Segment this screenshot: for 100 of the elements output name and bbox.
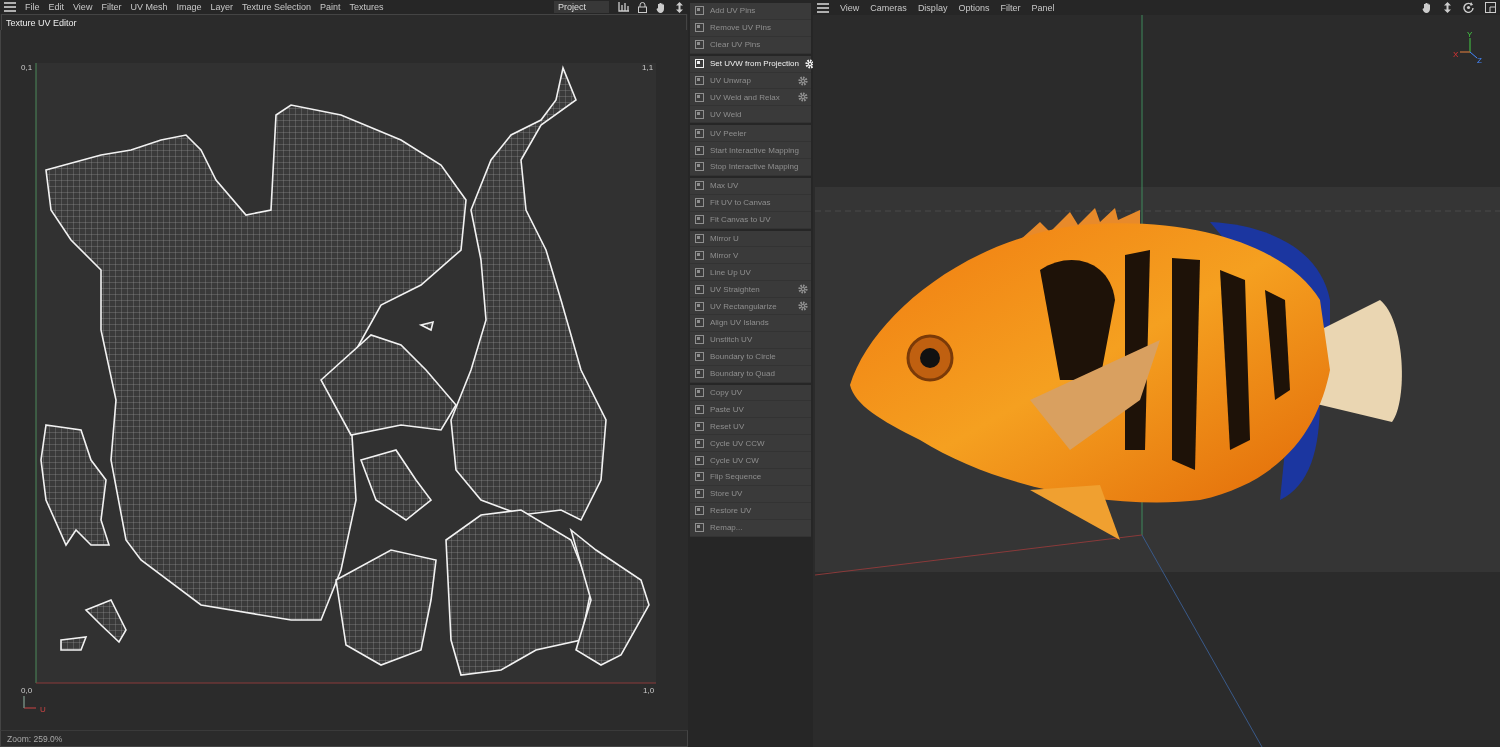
command-icon — [695, 92, 704, 102]
command-item[interactable]: Fit Canvas to UV — [690, 211, 811, 229]
command-icon — [695, 23, 704, 33]
command-icon — [695, 369, 704, 379]
menu-item[interactable]: Edit — [48, 2, 65, 12]
menu-item[interactable]: File — [25, 2, 40, 12]
command-item[interactable]: Paste UV — [690, 401, 811, 419]
command-item[interactable]: Unstitch UV — [690, 331, 811, 349]
menu-item[interactable]: View — [73, 2, 93, 12]
chart-icon[interactable] — [618, 2, 629, 12]
command-item[interactable]: Boundary to Quad — [690, 365, 811, 383]
layout-icon[interactable] — [1485, 2, 1496, 13]
menu-item[interactable]: Filter — [101, 2, 122, 12]
menu-item[interactable]: UV Mesh — [130, 2, 168, 12]
menu-item[interactable]: Textures — [349, 2, 384, 12]
menu-icon[interactable] — [817, 2, 829, 13]
command-icon — [695, 267, 704, 277]
command-icon — [695, 455, 704, 465]
command-icon — [695, 404, 704, 414]
command-item[interactable]: Clear UV Pins — [690, 36, 811, 54]
panel-title: Texture UV Editor — [6, 17, 77, 28]
command-item[interactable]: Reset UV — [690, 418, 811, 436]
command-item[interactable]: Cycle UV CCW — [690, 435, 811, 453]
uv-corner-label: 0,0 — [21, 686, 33, 695]
command-item[interactable]: Add UV Pins — [690, 3, 811, 20]
command-item[interactable]: UV Peeler — [690, 125, 811, 143]
mode-dropdown[interactable]: Project — [554, 1, 609, 13]
axis-gizmo-icon — [1459, 37, 1478, 59]
command-icon — [695, 109, 704, 119]
menu-item[interactable]: Panel — [1031, 2, 1055, 13]
lock-icon[interactable] — [638, 1, 647, 13]
command-icon — [695, 352, 704, 362]
command-icon — [695, 421, 704, 431]
command-icon — [695, 162, 704, 172]
menu-item[interactable]: Image — [176, 2, 202, 12]
menu-item[interactable]: View — [840, 2, 860, 13]
menu-item[interactable]: Cameras — [870, 2, 907, 13]
menu-item[interactable]: Paint — [320, 2, 341, 12]
command-icon — [695, 284, 704, 294]
command-item[interactable]: Remap... — [690, 519, 811, 537]
axis-label: Y — [1467, 30, 1473, 39]
command-icon — [695, 198, 704, 208]
uv-corner-label: 0,1 — [21, 63, 33, 72]
command-item[interactable]: Fit UV to Canvas — [690, 194, 811, 212]
menu-item[interactable]: Options — [958, 2, 990, 13]
rotate-icon[interactable] — [1463, 2, 1474, 13]
command-icon — [695, 215, 704, 225]
command-item[interactable]: UV Weld — [690, 106, 811, 124]
command-icon — [695, 472, 704, 482]
command-icon — [695, 6, 704, 16]
command-icon — [695, 181, 704, 191]
axis-label: X — [1453, 50, 1459, 59]
command-item[interactable]: Max UV — [690, 177, 811, 195]
command-icon — [695, 335, 704, 345]
command-icon — [695, 59, 704, 69]
command-icon — [695, 489, 704, 499]
command-item[interactable]: Align UV Islands — [690, 315, 811, 332]
command-item[interactable]: Restore UV — [690, 502, 811, 520]
command-item[interactable]: Remove UV Pins — [690, 19, 811, 37]
command-icon — [695, 145, 704, 155]
command-icon — [695, 388, 704, 398]
menu-item[interactable]: Layer — [210, 2, 233, 12]
command-icon — [695, 76, 704, 85]
axis-label: Z — [1477, 56, 1482, 65]
command-item[interactable]: Start Interactive Mapping — [690, 142, 811, 159]
axis-label: U — [40, 705, 46, 714]
command-item[interactable]: Stop Interactive Mapping — [690, 159, 811, 176]
command-icon — [695, 128, 704, 138]
zoom-status: Zoom: 259.0% — [7, 733, 63, 744]
command-item[interactable]: Boundary to Circle — [690, 348, 811, 366]
axis-icon — [23, 695, 37, 709]
menu-item[interactable]: Texture Selection — [241, 2, 311, 12]
command-item[interactable]: UV Weld and Relax — [690, 89, 811, 107]
menu-item[interactable]: Display — [917, 2, 948, 13]
uv-corner-label: 1,0 — [643, 686, 655, 695]
command-icon — [695, 318, 704, 328]
command-item[interactable]: Cycle UV CW — [690, 452, 811, 470]
command-icon — [695, 250, 704, 260]
command-icon — [695, 523, 704, 533]
menu-item[interactable]: Filter — [1000, 2, 1021, 13]
command-icon — [695, 506, 704, 516]
command-icon — [695, 40, 704, 50]
uv-corner-label: 1,1 — [642, 63, 654, 72]
command-item[interactable]: UV Straighten — [690, 281, 811, 299]
command-item[interactable]: Flip Sequence — [690, 469, 811, 486]
menu-icon[interactable] — [4, 2, 16, 12]
command-item[interactable]: UV Unwrap — [690, 72, 811, 90]
hand-icon[interactable] — [1422, 2, 1432, 13]
command-item[interactable]: UV Rectangularize — [690, 298, 811, 316]
command-item[interactable]: Line Up UV — [690, 264, 811, 282]
command-icon — [695, 301, 704, 311]
command-item[interactable]: Store UV — [690, 485, 811, 503]
hand-icon[interactable] — [656, 1, 666, 13]
command-item[interactable]: Mirror U — [690, 230, 811, 248]
command-icon — [695, 234, 704, 243]
command-item[interactable]: Mirror V — [690, 247, 811, 265]
move-arrows-icon[interactable] — [1443, 2, 1452, 13]
move-arrows-icon[interactable] — [675, 1, 684, 13]
command-icon — [695, 438, 704, 448]
command-item[interactable]: Copy UV — [690, 384, 811, 402]
